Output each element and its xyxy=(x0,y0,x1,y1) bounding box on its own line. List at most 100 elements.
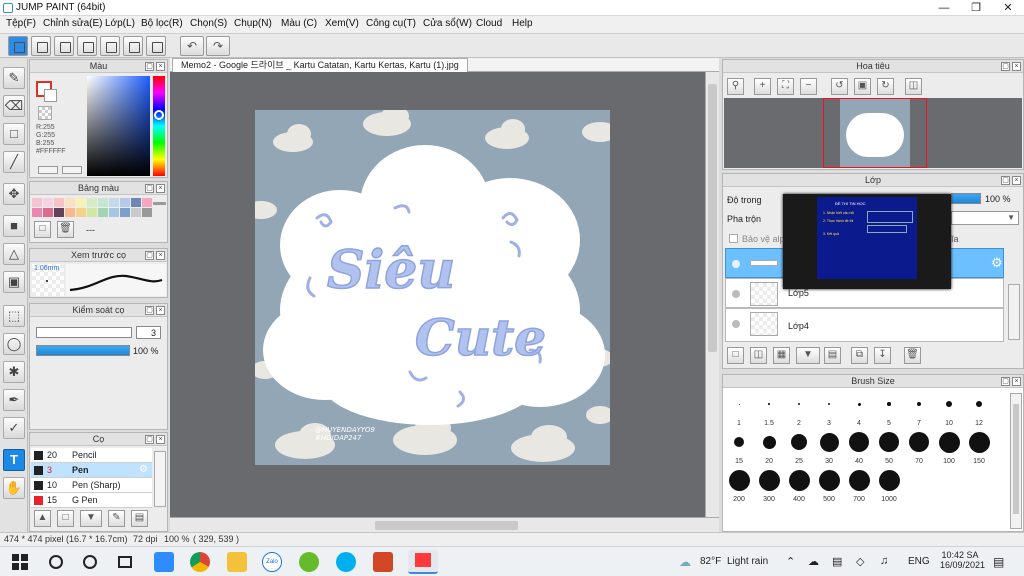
merge-down-icon[interactable]: ↧ xyxy=(874,347,891,364)
brush-size-cell[interactable]: 15 xyxy=(724,429,754,465)
video-overlay[interactable]: ĐỀ THI TIN HỌC 1. Nhận biết câu hỏi 2. T… xyxy=(783,194,951,289)
close-icon[interactable]: × xyxy=(156,306,165,315)
horizontal-scrollbar[interactable] xyxy=(170,517,719,532)
color-swatch[interactable] xyxy=(131,198,141,207)
vertical-scroll-thumb[interactable] xyxy=(708,84,717,352)
brush-size-cell[interactable]: 3 xyxy=(814,391,844,427)
close-icon[interactable]: × xyxy=(156,62,165,71)
close-icon[interactable]: × xyxy=(1012,377,1021,386)
duplicate-layer-icon[interactable]: ⧉ xyxy=(851,347,868,364)
color-swatch[interactable] xyxy=(65,198,75,207)
menu-file[interactable]: Tệp(F) xyxy=(6,18,36,29)
windows-start-icon[interactable] xyxy=(12,554,28,570)
color-swatch[interactable] xyxy=(43,198,53,207)
navigator-preview[interactable] xyxy=(724,98,1022,168)
float-icon[interactable]: ▢ xyxy=(1001,176,1010,185)
brush-size-cell[interactable]: 1.5 xyxy=(754,391,784,427)
undo-icon[interactable]: ↶ xyxy=(180,36,204,56)
layer-scrollbar[interactable] xyxy=(1008,284,1020,340)
menu-view[interactable]: Xem(V) xyxy=(325,18,359,29)
hue-slider[interactable] xyxy=(153,76,165,176)
magic-wand-tool-icon[interactable]: ✱ xyxy=(3,361,25,383)
saturation-value-picker[interactable] xyxy=(87,76,150,176)
volume-icon[interactable]: ♫ xyxy=(880,555,888,567)
file-explorer-icon[interactable] xyxy=(227,552,247,572)
search-icon[interactable] xyxy=(49,555,63,569)
brush-size-cell[interactable]: 5 xyxy=(874,391,904,427)
chevron-up-icon[interactable]: ⌃ xyxy=(786,555,795,568)
color-swatch[interactable] xyxy=(76,208,86,217)
wifi-icon[interactable]: ◇ xyxy=(856,555,864,568)
zoom-in-icon[interactable]: + xyxy=(754,78,771,95)
horizontal-scroll-thumb[interactable] xyxy=(375,521,518,530)
hand-tool-icon[interactable]: ✋ xyxy=(3,477,25,499)
jump-paint-taskbar-icon[interactable] xyxy=(408,550,438,574)
brush-size-cell[interactable]: 7 xyxy=(904,391,934,427)
restore-icon[interactable]: ❐ xyxy=(960,0,992,16)
grid-settings-icon[interactable] xyxy=(146,36,166,56)
add-color-button[interactable] xyxy=(38,166,58,174)
transparent-color[interactable] xyxy=(38,106,52,120)
brush-opacity-slider[interactable] xyxy=(36,345,130,356)
rect-tool-icon[interactable]: □ xyxy=(3,123,25,145)
remove-color-button[interactable] xyxy=(62,166,82,174)
brush-size-cell[interactable]: 150 xyxy=(964,429,994,465)
gear-icon[interactable]: ⚙ xyxy=(991,255,1003,271)
float-icon[interactable]: ▢ xyxy=(1001,62,1010,71)
close-icon[interactable]: × xyxy=(156,435,165,444)
tree-icon[interactable]: ▲ xyxy=(34,510,51,527)
brush-size-cell[interactable]: 50 xyxy=(874,429,904,465)
brush-size-cell[interactable]: 100 xyxy=(934,429,964,465)
brush-item-pencil[interactable]: 20 Pencil xyxy=(31,448,152,463)
swatch-scroll[interactable] xyxy=(153,202,166,205)
color-swatch[interactable] xyxy=(98,208,108,217)
chrome-icon[interactable] xyxy=(190,552,210,572)
document-tab[interactable]: Memo2 - Google 드라이브 _ Kartu Catatan, Kar… xyxy=(172,58,468,72)
layer-menu-icon[interactable]: ▼ xyxy=(796,347,820,364)
new-raster-layer-icon[interactable]: ▦ xyxy=(773,347,790,364)
float-icon[interactable]: ▢ xyxy=(145,184,154,193)
close-icon[interactable]: × xyxy=(1012,62,1021,71)
zoom-fit-icon[interactable]: ⚲ xyxy=(727,78,744,95)
eye-icon[interactable] xyxy=(732,290,740,298)
zalo-icon[interactable]: Zalo xyxy=(262,552,282,572)
color-swatch[interactable] xyxy=(32,198,42,207)
float-icon[interactable]: ▢ xyxy=(145,251,154,260)
lasso-tool-icon[interactable]: ◯ xyxy=(3,333,25,355)
weather-desc[interactable]: Light rain xyxy=(727,556,768,567)
artwork-canvas[interactable]: Siêu Cute @HUYENDAYYO9 #HOIDAP247 xyxy=(255,110,610,465)
brush-size-cell[interactable]: 70 xyxy=(904,429,934,465)
menu-color[interactable]: Màu (C) xyxy=(281,18,317,29)
cloud-sync-icon[interactable] xyxy=(8,36,28,56)
select-pen-tool-icon[interactable]: ✒ xyxy=(3,389,25,411)
coccoc-icon[interactable] xyxy=(299,552,319,572)
menu-cloud[interactable]: Cloud xyxy=(476,18,502,29)
float-icon[interactable]: ▢ xyxy=(145,306,154,315)
zoom-out-icon[interactable]: − xyxy=(800,78,817,95)
float-icon[interactable]: ▢ xyxy=(1001,377,1010,386)
color-swatch[interactable] xyxy=(65,208,75,217)
brush-size-cell[interactable]: 200 xyxy=(724,467,754,503)
close-icon[interactable]: × xyxy=(156,251,165,260)
menu-help[interactable]: Help xyxy=(512,18,533,29)
close-icon[interactable]: × xyxy=(1012,176,1021,185)
fill-rect-tool-icon[interactable]: ■ xyxy=(3,215,25,237)
new-brush-icon[interactable]: □ xyxy=(57,510,74,527)
new-layer-icon[interactable]: □ xyxy=(727,347,744,364)
gradient-tool-icon[interactable]: ▣ xyxy=(3,271,25,293)
menu-capture[interactable]: Chụp(N) xyxy=(234,18,272,29)
new-swatch-icon[interactable]: □ xyxy=(34,221,51,238)
brush-size-cell[interactable]: 4 xyxy=(844,391,874,427)
menu-window[interactable]: Cửa sổ(W) xyxy=(423,18,472,29)
rotate-left-icon[interactable]: ↺ xyxy=(831,78,848,95)
rotate-right-icon[interactable]: ↻ xyxy=(877,78,894,95)
select-eraser-tool-icon[interactable]: ✓ xyxy=(3,417,25,439)
brush-size-cell[interactable]: 40 xyxy=(844,429,874,465)
list-icon[interactable] xyxy=(123,36,143,56)
gear-icon[interactable]: ⚙ xyxy=(139,463,148,477)
brush-item-pen[interactable]: 3 Pen ⚙ xyxy=(31,463,152,478)
menu-filter[interactable]: Bộ lọc(R) xyxy=(141,18,183,29)
network-icon[interactable]: ▤ xyxy=(832,555,842,568)
color-swatch[interactable] xyxy=(32,208,42,217)
layer-opacity-slider[interactable] xyxy=(951,193,981,204)
